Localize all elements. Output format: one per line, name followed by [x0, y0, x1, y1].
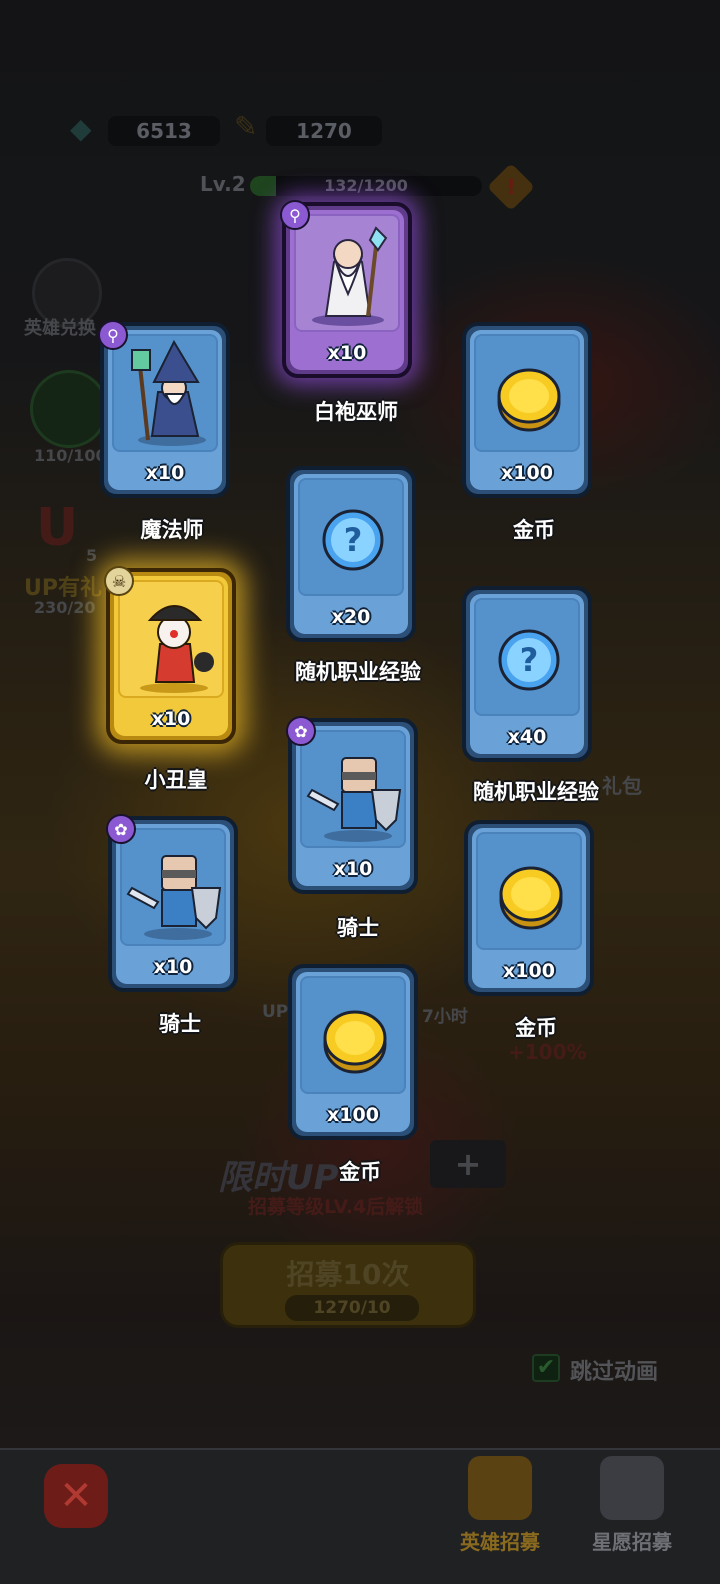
bottom-nav: ✕ 英雄招募 星愿招募 [0, 1448, 720, 1584]
reward-card[interactable]: ? x40 [462, 586, 592, 762]
staff-icon: ⚲ [280, 200, 310, 230]
svg-text:?: ? [520, 641, 539, 679]
paw-icon: ✿ [106, 814, 136, 844]
nav-hero-recruit-label: 英雄招募 [460, 1530, 540, 1554]
reward-qty: x40 [507, 726, 547, 748]
reward-card[interactable]: ? x20 [286, 466, 416, 642]
reward-card[interactable]: ⚲ x10 [280, 200, 412, 378]
reward-card[interactable]: ✿ x10 [106, 814, 238, 992]
reward-label: 金币 [515, 1016, 557, 1040]
skull-icon: ☠ [104, 566, 134, 596]
white-wizard-art [294, 214, 400, 332]
coin-art [476, 832, 582, 950]
reward-label: 金币 [339, 1160, 381, 1184]
nav-star-recruit-label: 星愿招募 [592, 1530, 672, 1554]
reward-card[interactable]: x100 [462, 322, 592, 498]
reward-card[interactable]: x100 [464, 820, 594, 996]
coin-art [300, 976, 406, 1094]
svg-text:?: ? [344, 521, 363, 559]
reward-label: 随机职业经验 [295, 660, 421, 684]
nav-hero-recruit[interactable]: 英雄招募 [450, 1456, 550, 1555]
reward-qty: x100 [501, 462, 553, 484]
star-recruit-icon [600, 1456, 664, 1520]
reward-label: 骑士 [159, 1012, 201, 1036]
reward-qty: x10 [151, 708, 191, 730]
close-icon: ✕ [44, 1464, 108, 1528]
coin-art [474, 334, 580, 452]
reward-qty: x100 [503, 960, 555, 982]
nav-star-recruit[interactable]: 星愿招募 [582, 1456, 682, 1555]
staff-icon: ⚲ [98, 320, 128, 350]
reward-qty: x10 [333, 858, 373, 880]
clown-king-art [118, 580, 224, 698]
knight-art [120, 828, 226, 946]
reward-label: 金币 [513, 518, 555, 542]
reward-qty: x10 [153, 956, 193, 978]
mystery-orb-art: ? [474, 598, 580, 716]
reward-qty: x10 [145, 462, 185, 484]
reward-label: 小丑皇 [144, 768, 208, 792]
reward-card[interactable]: x100 [288, 964, 418, 1140]
close-button[interactable]: ✕ [44, 1464, 108, 1528]
paw-icon: ✿ [286, 716, 316, 746]
mage-art [112, 334, 218, 452]
reward-card[interactable]: ⚲ x10 [98, 320, 230, 498]
reward-card[interactable]: ✿ x10 [286, 716, 418, 894]
reward-label: 随机职业经验 [473, 780, 599, 804]
mystery-orb-art: ? [298, 478, 404, 596]
hero-recruit-icon [468, 1456, 532, 1520]
reward-qty: x10 [327, 342, 367, 364]
knight-art [300, 730, 406, 848]
reward-label: 魔法师 [140, 518, 204, 542]
reward-label: 骑士 [337, 916, 379, 940]
reward-card[interactable]: ☠ x10 [104, 566, 236, 744]
reward-qty: x100 [327, 1104, 379, 1126]
reward-qty: x20 [331, 606, 371, 628]
reward-label: 白袍巫师 [314, 400, 398, 424]
